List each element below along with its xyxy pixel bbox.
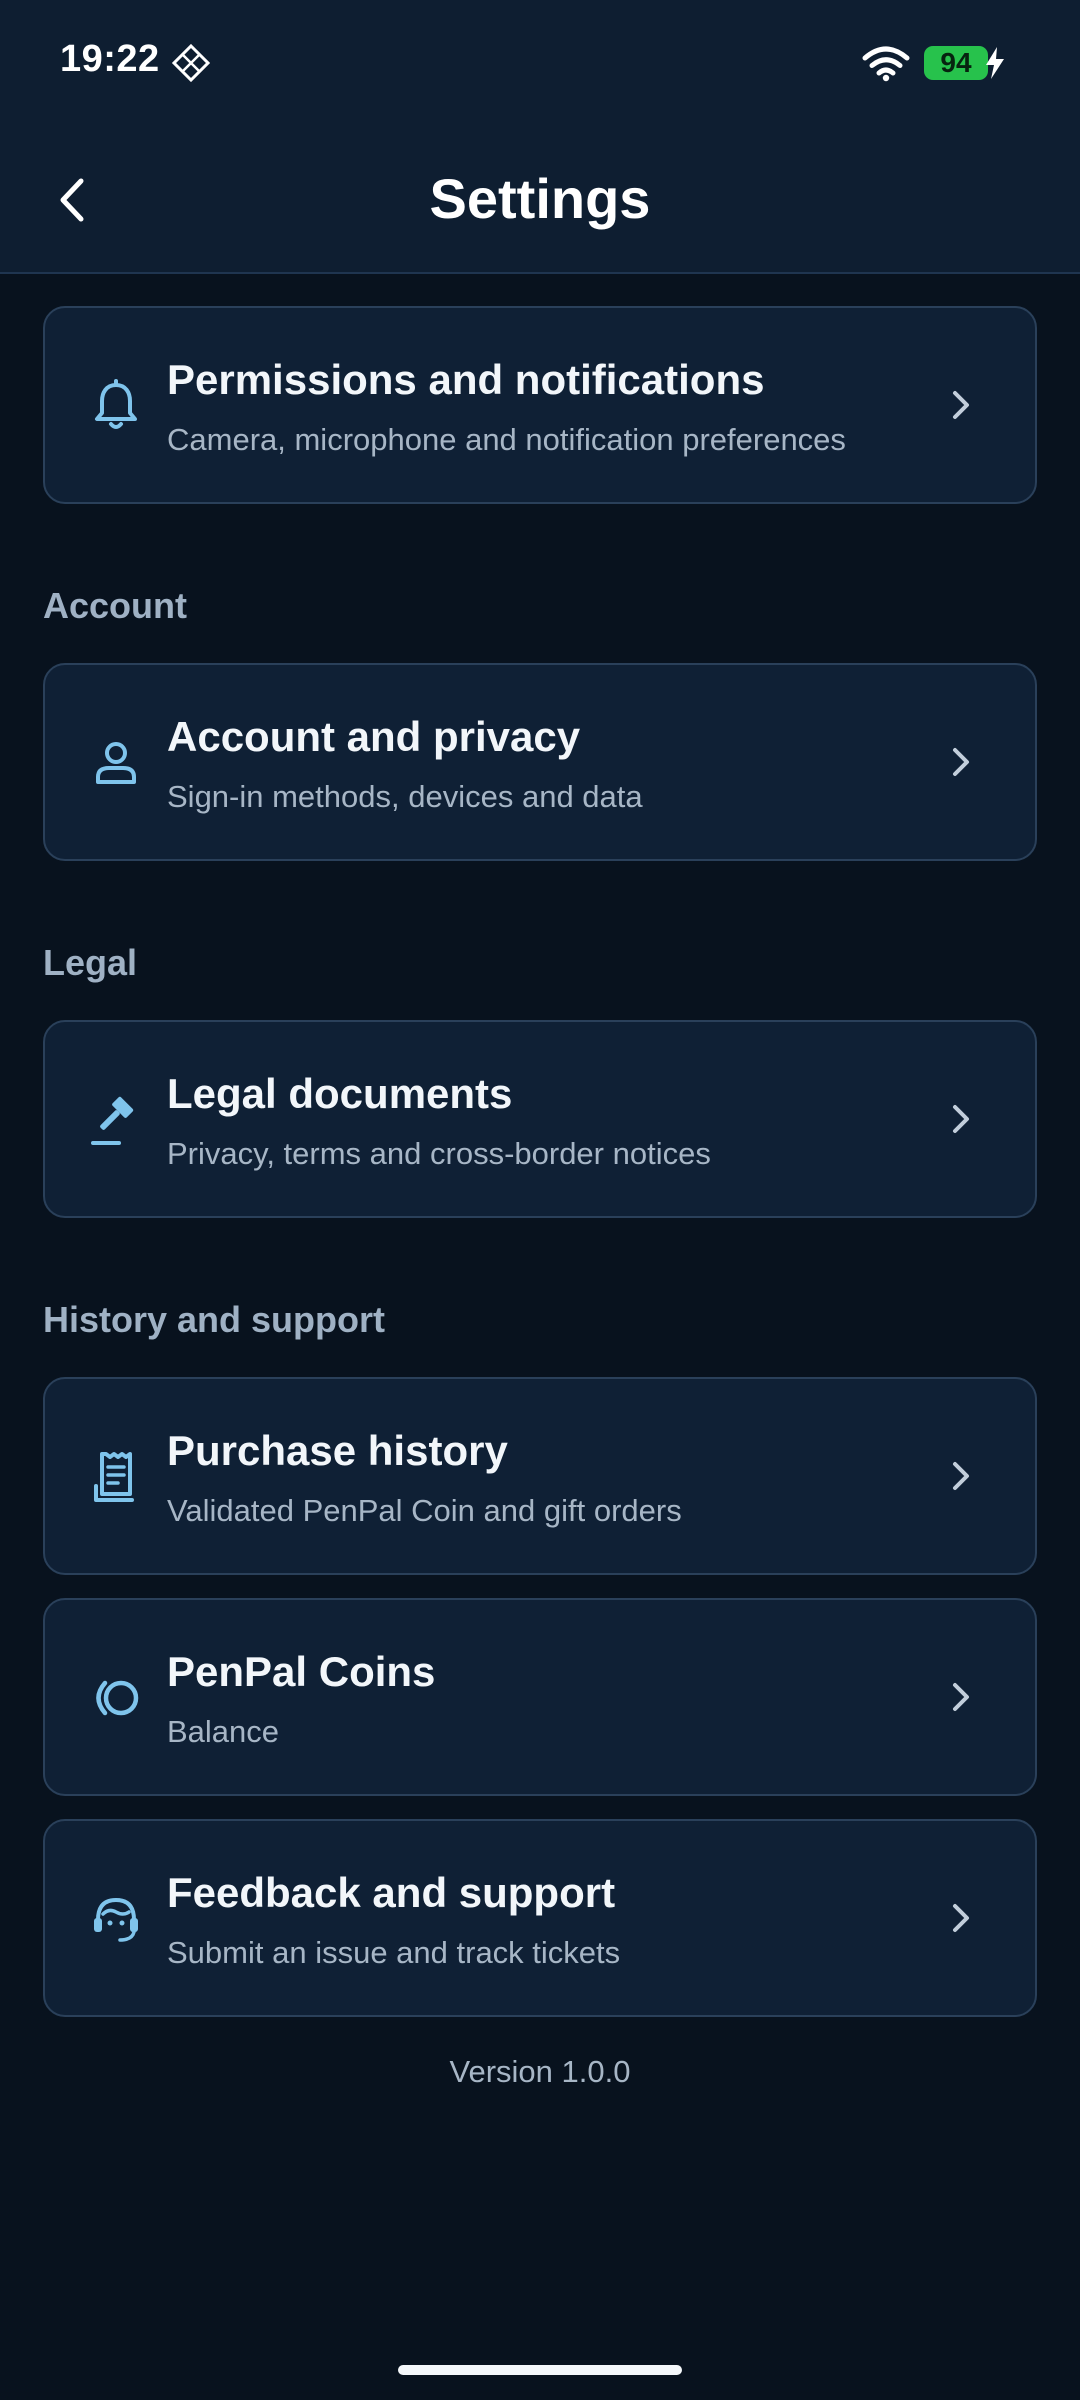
penpal-coins-item[interactable]: PenPal Coins Balance bbox=[43, 1598, 1037, 1796]
item-title: Permissions and notifications bbox=[167, 356, 765, 403]
section-header-history-support: History and support bbox=[43, 1299, 386, 1340]
item-title: Feedback and support bbox=[167, 1869, 616, 1916]
section-header-legal: Legal bbox=[43, 942, 138, 983]
coins-icon bbox=[96, 1680, 139, 1716]
top-bar: 19:22 94 Settings bbox=[0, 0, 1080, 274]
item-title: PenPal Coins bbox=[167, 1648, 436, 1695]
permissions-notifications-item[interactable]: Permissions and notifications Camera, mi… bbox=[43, 306, 1037, 504]
purchase-history-item[interactable]: Purchase history Validated PenPal Coin a… bbox=[43, 1377, 1037, 1575]
headset-icon bbox=[94, 1897, 138, 1942]
app-version: Version 1.0.0 bbox=[449, 2054, 631, 2089]
feedback-support-item[interactable]: Feedback and support Submit an issue and… bbox=[43, 1819, 1037, 2017]
item-subtitle: Submit an issue and track tickets bbox=[167, 1935, 621, 1970]
item-subtitle: Camera, microphone and notification pref… bbox=[167, 422, 846, 457]
page-title: Settings bbox=[429, 167, 651, 230]
item-title: Purchase history bbox=[167, 1427, 508, 1474]
chevron-right-icon bbox=[953, 1105, 969, 1133]
app-bar: Settings bbox=[0, 128, 1080, 274]
charging-bolt-icon bbox=[986, 47, 1004, 79]
battery-icon: 94 bbox=[924, 46, 988, 80]
item-subtitle: Privacy, terms and cross-border notices bbox=[167, 1136, 711, 1171]
section-header-account: Account bbox=[43, 585, 187, 626]
item-title: Account and privacy bbox=[167, 713, 581, 760]
item-subtitle: Validated PenPal Coin and gift orders bbox=[167, 1493, 682, 1528]
chevron-right-icon bbox=[953, 1462, 969, 1490]
chevron-right-icon bbox=[953, 1683, 969, 1711]
status-bar: 19:22 94 bbox=[0, 0, 1080, 128]
bell-icon bbox=[95, 379, 137, 429]
gavel-icon bbox=[91, 1096, 134, 1145]
wifi-icon bbox=[862, 46, 910, 82]
chevron-right-icon bbox=[953, 748, 969, 776]
person-icon bbox=[96, 742, 136, 784]
chevron-right-icon bbox=[953, 391, 969, 419]
home-indicator[interactable] bbox=[398, 2365, 682, 2375]
receipt-icon bbox=[94, 1452, 134, 1502]
chevron-right-icon bbox=[953, 1904, 969, 1932]
status-time: 19:22 bbox=[60, 38, 160, 80]
item-subtitle: Balance bbox=[167, 1714, 280, 1749]
battery-level: 94 bbox=[940, 47, 972, 78]
legal-documents-item[interactable]: Legal documents Privacy, terms and cross… bbox=[43, 1020, 1037, 1218]
account-privacy-item[interactable]: Account and privacy Sign-in methods, dev… bbox=[43, 663, 1037, 861]
diamond-grid-icon bbox=[172, 44, 210, 82]
item-subtitle: Sign-in methods, devices and data bbox=[167, 779, 643, 814]
item-title: Legal documents bbox=[167, 1070, 513, 1117]
